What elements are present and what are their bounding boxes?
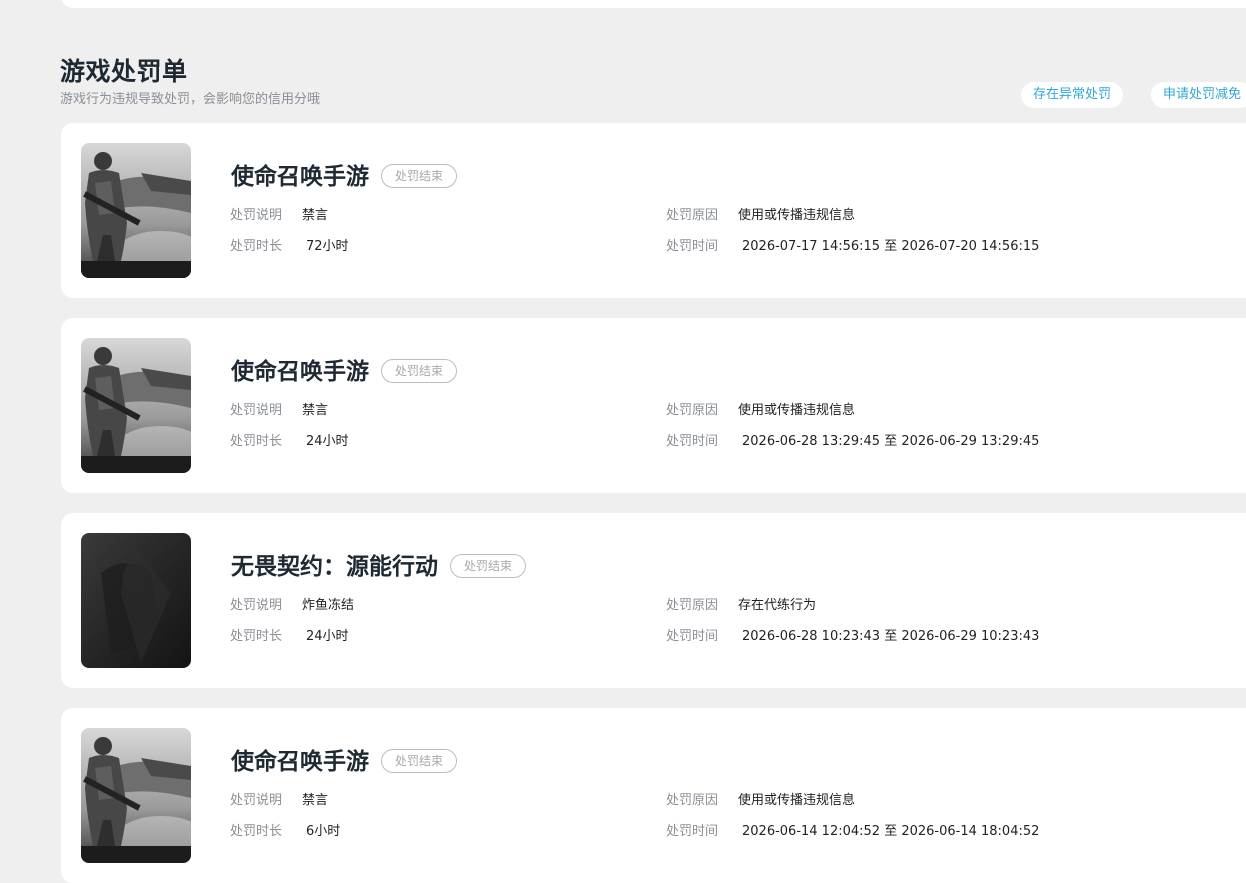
desc-label: 处罚说明 (230, 403, 283, 418)
time-label: 处罚时间 (666, 824, 719, 839)
penalty-card[interactable]: 使命召唤手游 处罚结束 处罚说明 禁言 处罚时长 24小时 处罚原因 使用或传播违… (61, 318, 1246, 493)
duration-value: 6小时 (306, 824, 341, 839)
previous-card (61, 0, 1246, 8)
reduce-penalty-button[interactable]: 申请处罚减免 (1151, 82, 1246, 108)
game-title: 使命召唤手游 处罚结束 (231, 742, 458, 776)
reason-label: 处罚原因 (666, 208, 719, 223)
duration-value: 72小时 (306, 239, 349, 254)
reason-value: 使用或传播违规信息 (738, 403, 856, 418)
desc-label: 处罚说明 (230, 793, 283, 808)
game-title: 使命召唤手游 处罚结束 (231, 352, 458, 386)
game-title: 无畏契约：源能行动 处罚结束 (231, 547, 527, 581)
desc-label: 处罚说明 (230, 598, 283, 613)
desc-value: 禁言 (302, 208, 329, 223)
penalty-card[interactable]: 使命召唤手游 处罚结束 处罚说明 禁言 处罚时长 72小时 处罚原因 使用或传播违… (61, 123, 1246, 298)
duration-value: 24小时 (306, 629, 349, 644)
status-badge: 处罚结束 (381, 358, 458, 383)
desc-label: 处罚说明 (230, 208, 283, 223)
status-badge: 处罚结束 (381, 163, 458, 188)
time-value: 2026-06-28 13:29:45 至 2026-06-29 13:29:4… (742, 434, 1040, 449)
time-label: 处罚时间 (666, 434, 719, 449)
reason-value: 存在代练行为 (738, 598, 817, 613)
time-value: 2026-07-17 14:56:15 至 2026-07-20 14:56:1… (742, 239, 1040, 254)
time-value: 2026-06-14 12:04:52 至 2026-06-14 18:04:5… (742, 824, 1040, 839)
abnormal-penalty-button[interactable]: 存在异常处罚 (1021, 82, 1124, 108)
page-subtitle: 游戏行为违规导致处罚，会影响您的信用分哦 (60, 92, 321, 107)
game-title: 使命召唤手游 处罚结束 (231, 157, 458, 191)
time-label: 处罚时间 (666, 629, 719, 644)
reason-value: 使用或传播违规信息 (738, 793, 856, 808)
status-badge: 处罚结束 (381, 748, 458, 773)
reason-label: 处罚原因 (666, 403, 719, 418)
game-cover-image (81, 533, 191, 668)
reason-label: 处罚原因 (666, 598, 719, 613)
game-cover-image (81, 338, 191, 473)
status-badge: 处罚结束 (450, 553, 527, 578)
game-cover-image (81, 728, 191, 863)
reason-value: 使用或传播违规信息 (738, 208, 856, 223)
duration-label: 处罚时长 (230, 239, 283, 254)
penalty-card[interactable]: 无畏契约：源能行动 处罚结束 处罚说明 炸鱼冻结 处罚时长 24小时 处罚原因 存… (61, 513, 1246, 688)
desc-value: 炸鱼冻结 (302, 598, 355, 613)
reason-label: 处罚原因 (666, 793, 719, 808)
duration-label: 处罚时长 (230, 434, 283, 449)
game-cover-image (81, 143, 191, 278)
duration-label: 处罚时长 (230, 629, 283, 644)
duration-value: 24小时 (306, 434, 349, 449)
time-value: 2026-06-28 10:23:43 至 2026-06-29 10:23:4… (742, 629, 1040, 644)
desc-value: 禁言 (302, 403, 329, 418)
penalty-card[interactable]: 使命召唤手游 处罚结束 处罚说明 禁言 处罚时长 6小时 处罚原因 使用或传播违规… (61, 708, 1246, 883)
page-title: 游戏处罚单 (60, 57, 188, 86)
duration-label: 处罚时长 (230, 824, 283, 839)
time-label: 处罚时间 (666, 239, 719, 254)
desc-value: 禁言 (302, 793, 329, 808)
